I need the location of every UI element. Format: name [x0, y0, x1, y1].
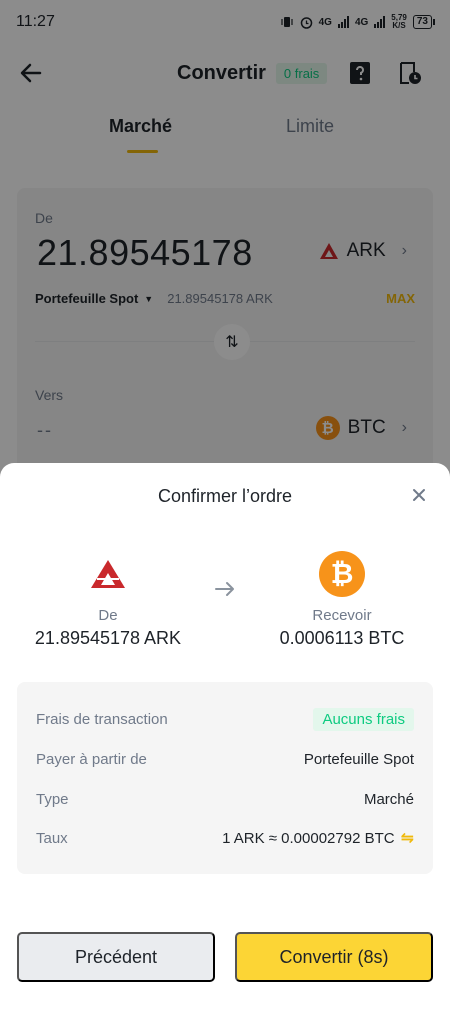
- rate-value: 1 ARK ≈ 0.00002792 BTC ⇋: [222, 828, 414, 848]
- to-summary-amount: 0.0006113 BTC: [279, 628, 405, 648]
- detail-label: Taux: [36, 829, 68, 847]
- close-icon[interactable]: [412, 488, 426, 502]
- from-summary-amount: 21.89545178 ARK: [34, 628, 182, 648]
- confirm-order-sheet: Confirmer l’ordre De 21.89545178 ARK ₿ R…: [0, 463, 450, 1024]
- detail-row-type: Type Marché: [36, 787, 414, 811]
- btc-icon: ₿: [319, 551, 365, 597]
- fee-value-badge: Aucuns frais: [313, 707, 414, 731]
- to-summary: ₿ Recevoir 0.0006113 BTC: [242, 551, 442, 649]
- from-summary-label: De: [98, 607, 118, 624]
- detail-label: Frais de transaction: [36, 710, 168, 728]
- sheet-title: Confirmer l’ordre: [157, 486, 293, 506]
- from-summary: De 21.89545178 ARK: [8, 553, 208, 649]
- ark-icon: [91, 560, 125, 588]
- detail-row-fee: Frais de transaction Aucuns frais: [36, 707, 414, 731]
- detail-row-rate: Taux 1 ARK ≈ 0.00002792 BTC ⇋: [36, 826, 414, 850]
- detail-row-wallet: Payer à partir de Portefeuille Spot: [36, 747, 414, 771]
- to-summary-label: Recevoir: [312, 607, 372, 624]
- detail-label: Type: [36, 790, 69, 808]
- detail-label: Payer à partir de: [36, 750, 147, 768]
- detail-value: Marché: [363, 790, 414, 808]
- swap-rate-icon[interactable]: ⇋: [401, 828, 414, 848]
- detail-value: Portefeuille Spot: [303, 750, 414, 768]
- convert-button[interactable]: Convertir (8s): [235, 932, 433, 982]
- previous-button[interactable]: Précédent: [17, 932, 215, 982]
- arrow-right-icon: [215, 582, 234, 596]
- order-details: Frais de transaction Aucuns frais Payer …: [17, 682, 433, 874]
